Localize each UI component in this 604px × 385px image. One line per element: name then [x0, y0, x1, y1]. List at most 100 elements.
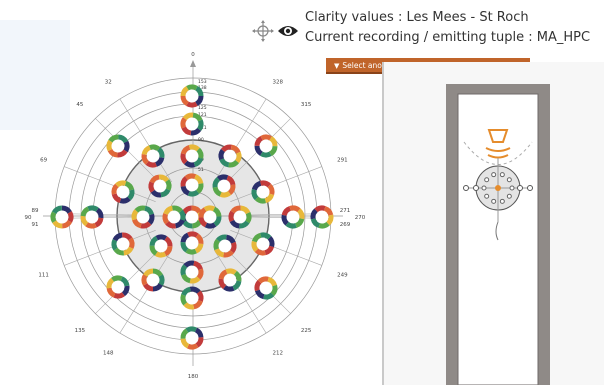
microphone-dot — [527, 185, 533, 191]
angle-label: 89 — [32, 208, 39, 214]
clarity-donut-marker[interactable] — [80, 205, 104, 229]
microphone-dot — [509, 185, 515, 191]
donut-hole — [111, 280, 125, 294]
donut-segment — [270, 284, 278, 296]
donut-segment — [165, 179, 172, 191]
donut-segment — [185, 326, 198, 333]
donut-hole — [167, 210, 181, 224]
angle-label: 271 — [340, 208, 351, 214]
donut-hole — [153, 179, 167, 193]
microphone-dot — [463, 185, 469, 191]
donut-segment — [285, 221, 297, 229]
donut-segment — [106, 139, 113, 152]
donut-segment — [196, 147, 204, 159]
angle-label: 91 — [32, 222, 39, 228]
clarity-donut-marker[interactable] — [106, 134, 130, 158]
angle-label: 45 — [76, 102, 83, 108]
donut-segment — [260, 180, 272, 188]
donut-hole — [146, 273, 160, 287]
inner-label: 125 — [198, 105, 207, 111]
donut-hole — [146, 149, 160, 163]
donut-segment — [218, 148, 226, 161]
microphone-dot — [506, 177, 512, 183]
angle-label: 180 — [188, 374, 199, 380]
donut-segment — [204, 222, 217, 229]
donut-hole — [315, 210, 329, 224]
donut-segment — [314, 205, 326, 213]
donut-segment — [140, 221, 152, 229]
donut-segment — [251, 240, 259, 252]
donut-segment — [267, 183, 275, 195]
angle-label: 225 — [301, 328, 312, 334]
angle-label: 148 — [103, 351, 114, 357]
move-icon[interactable] — [252, 20, 274, 42]
donut-segment — [310, 208, 318, 220]
donut-segment — [254, 280, 262, 292]
angle-label: 270 — [355, 215, 366, 221]
inner-label: 153 — [198, 79, 207, 85]
donut-hole — [203, 210, 217, 224]
clarity-donut-marker[interactable] — [180, 112, 204, 136]
donut-segment — [216, 174, 229, 182]
donut-segment — [184, 173, 197, 181]
inner-label: 51 — [198, 167, 204, 173]
donut-segment — [186, 343, 199, 350]
donut-segment — [223, 285, 235, 292]
angle-label: 111 — [38, 272, 49, 278]
donut-hole — [116, 185, 130, 199]
clarity-donut-marker[interactable] — [180, 84, 204, 108]
donut-hole — [85, 210, 99, 224]
donut-segment — [219, 190, 232, 198]
caret-down-icon: ▼ — [334, 62, 340, 70]
inner-label: 90 — [198, 137, 204, 143]
angle-label: 69 — [40, 158, 47, 164]
donut-segment — [254, 196, 266, 204]
donut-hole — [256, 185, 270, 199]
donut-segment — [260, 134, 272, 141]
donut-segment — [184, 160, 196, 168]
donut-segment — [67, 211, 74, 223]
clarity-donut-marker[interactable] — [254, 276, 278, 300]
angle-label: 249 — [337, 272, 348, 278]
microphone-dot — [491, 198, 497, 204]
floor-plan-panel — [382, 62, 604, 385]
donut-segment — [197, 119, 204, 131]
clarity-donut-marker[interactable] — [180, 326, 204, 350]
donut-segment — [187, 189, 200, 197]
donut-segment — [254, 248, 266, 256]
donut-hole — [233, 210, 247, 224]
donut-segment — [154, 251, 167, 258]
microphone-dot — [484, 177, 490, 183]
donut-segment — [186, 84, 198, 91]
donut-segment — [260, 232, 272, 240]
angle-label: 328 — [273, 79, 284, 85]
donut-segment — [228, 210, 235, 223]
angle-label: 90 — [25, 215, 32, 221]
microphone-dot — [499, 198, 505, 204]
axis-arrow — [190, 60, 196, 67]
microphone-dot — [506, 193, 512, 199]
eye-icon[interactable] — [277, 21, 299, 41]
donut-segment — [158, 274, 165, 286]
donut-segment — [267, 236, 275, 248]
microphone-dot — [481, 185, 487, 191]
donut-segment — [257, 276, 269, 284]
donut-segment — [188, 144, 200, 152]
angle-label: 212 — [273, 351, 284, 357]
clarity-donut-marker[interactable] — [50, 205, 74, 229]
clarity-title: Clarity values : Les Mees - St Roch — [305, 10, 529, 25]
angle-label: 291 — [337, 158, 348, 164]
donut-hole — [259, 281, 273, 295]
donut-segment — [85, 222, 97, 229]
clarity-donut-marker[interactable] — [254, 134, 278, 158]
donut-hole — [185, 149, 199, 163]
donut-segment — [297, 208, 305, 220]
donut-hole — [185, 265, 199, 279]
clarity-donut-marker[interactable] — [106, 275, 130, 299]
clarity-donut-marker[interactable] — [310, 205, 334, 229]
donut-segment — [111, 275, 123, 282]
donut-segment — [123, 140, 130, 153]
donut-hole — [185, 291, 199, 305]
donut-segment — [178, 209, 186, 221]
microphone-dot — [491, 172, 497, 178]
